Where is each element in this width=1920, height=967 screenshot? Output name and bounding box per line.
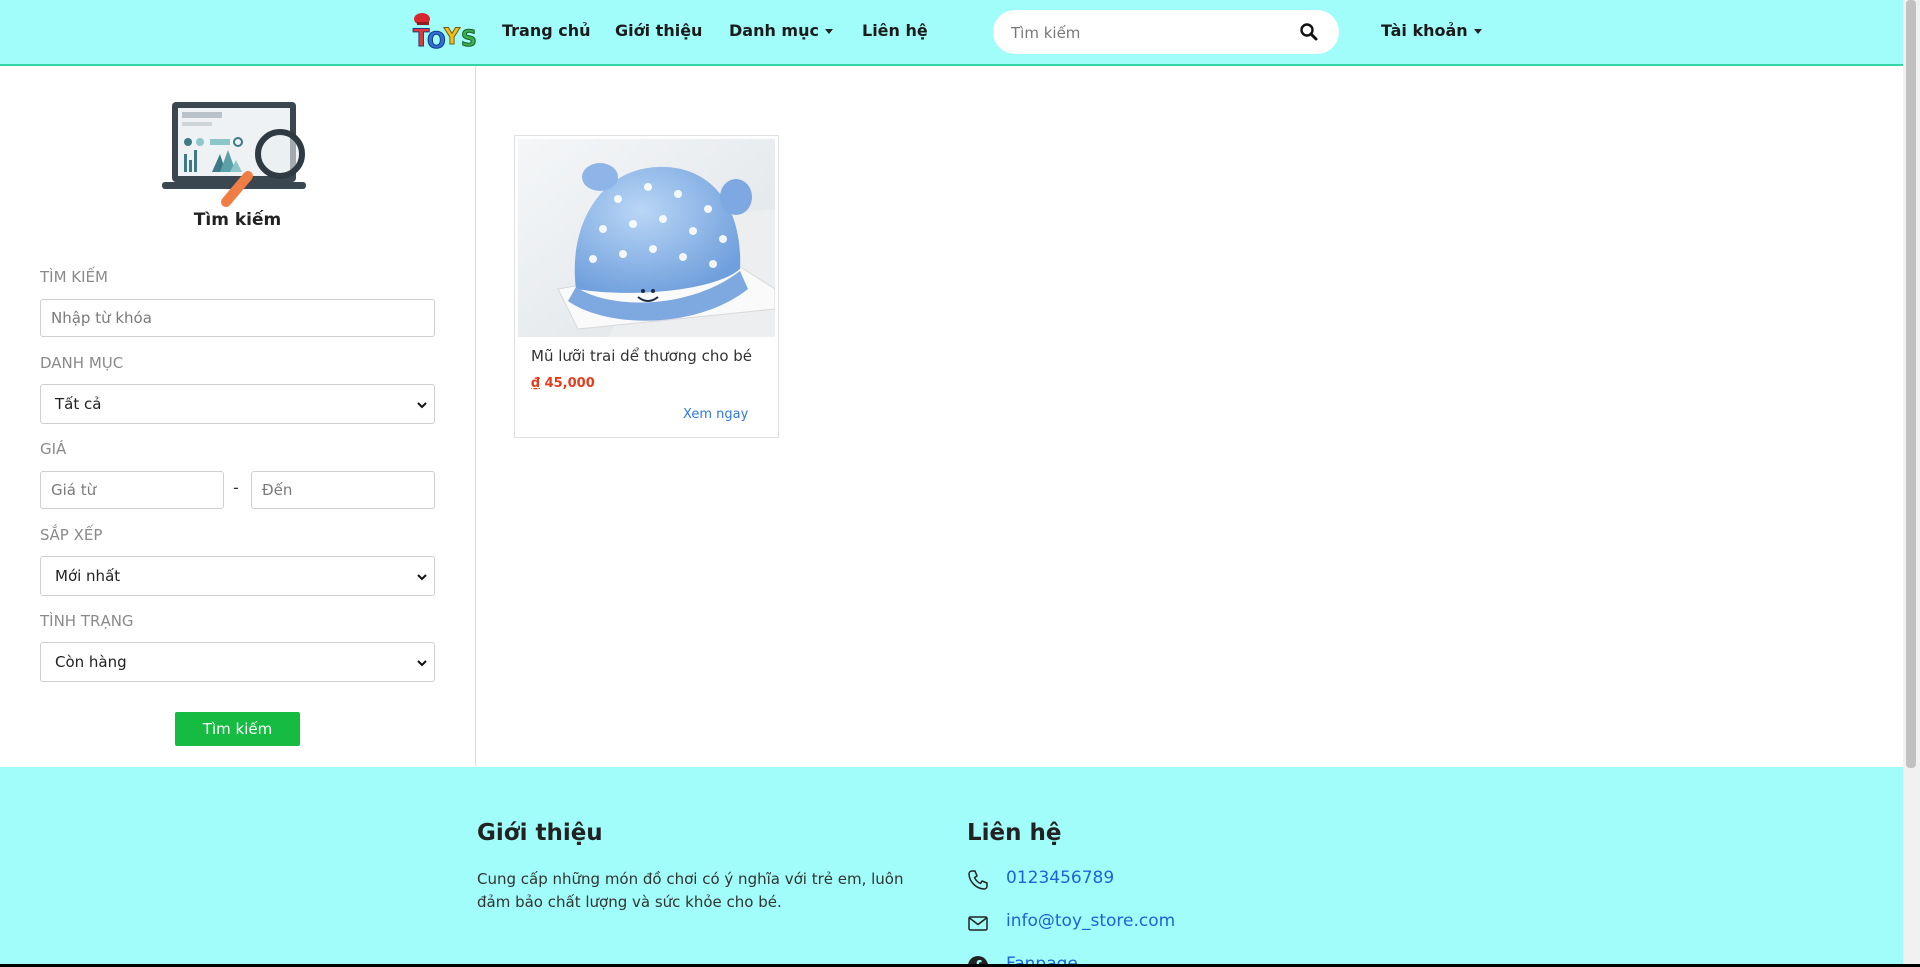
nav-about-link[interactable]: Giới thiệu (615, 21, 702, 40)
nav-contact-link[interactable]: Liên hệ (862, 21, 928, 40)
nav-home-link[interactable]: Trang chủ (502, 21, 591, 40)
product-price: ₫ 45,000 (531, 376, 595, 391)
nav-category-dropdown[interactable]: Danh mục (729, 21, 833, 40)
currency-symbol: ₫ (531, 376, 541, 391)
chevron-down-icon (416, 569, 428, 583)
svg-text:Y: Y (443, 25, 461, 50)
account-label: Tài khoản (1381, 21, 1468, 40)
scrollbar-thumb[interactable] (1906, 0, 1916, 768)
sort-select-value: Mới nhất (55, 567, 121, 585)
sidebar-title: Tìm kiếm (193, 210, 282, 230)
status-select-value: Còn hàng (55, 653, 127, 671)
footer-phone-link[interactable]: 0123456789 (1006, 868, 1114, 888)
chevron-down-icon (416, 655, 428, 669)
product-name[interactable]: Mũ lưỡi trai dể thương cho bé (531, 347, 752, 365)
search-icon[interactable] (1299, 22, 1319, 42)
sort-label: SẮP XẾP (40, 526, 103, 544)
status-select[interactable]: Còn hàng (40, 642, 435, 682)
nav-category-label: Danh mục (729, 21, 819, 40)
site-logo[interactable]: T O Y S (411, 10, 483, 55)
footer-about-text: Cung cấp những món đồ chơi có ý nghĩa vớ… (477, 870, 904, 911)
facebook-icon (967, 955, 989, 964)
status-label: TÌNH TRẠNG (40, 612, 134, 630)
keyword-label: TÌM KIẾM (40, 268, 108, 286)
header-search (993, 10, 1339, 54)
chevron-down-icon (416, 397, 428, 411)
header-search-input[interactable] (1009, 20, 1293, 46)
product-image[interactable] (518, 139, 775, 337)
product-card[interactable]: Mũ lưỡi trai dể thương cho bé ₫ 45,000 X… (514, 135, 779, 438)
product-price-value: 45,000 (544, 376, 595, 391)
price-from-input[interactable] (40, 471, 224, 509)
category-label: DANH MỤC (40, 354, 124, 372)
footer: Giới thiệu Cung cấp những món đồ chơi có… (0, 767, 1903, 964)
footer-about-title: Giới thiệu (477, 820, 603, 846)
account-dropdown[interactable]: Tài khoản (1381, 21, 1482, 40)
navbar: T O Y S Trang chủ Giới thiệu Danh mục Li… (0, 0, 1903, 66)
footer-contact-title: Liên hệ (967, 820, 1062, 846)
page: T O Y S Trang chủ Giới thiệu Danh mục Li… (0, 0, 1903, 964)
view-product-link[interactable]: Xem ngay (683, 407, 748, 422)
svg-text:O: O (427, 29, 446, 54)
price-label: GIÁ (40, 440, 67, 458)
footer-email-link[interactable]: info@toy_store.com (1006, 911, 1175, 931)
price-separator: - (233, 478, 239, 497)
search-submit-button[interactable]: Tìm kiếm (175, 712, 300, 746)
mail-icon (967, 912, 989, 934)
sort-select[interactable]: Mới nhất (40, 556, 435, 596)
search-illustration-icon (162, 102, 314, 210)
chevron-down-icon (1473, 29, 1482, 34)
page-scrollbar[interactable] (1903, 0, 1920, 964)
category-select[interactable]: Tất cả (40, 384, 435, 424)
category-select-value: Tất cả (55, 395, 102, 413)
footer-fanpage-link[interactable]: Fanpage (1006, 954, 1078, 964)
svg-text:S: S (461, 27, 477, 52)
keyword-input[interactable] (40, 299, 435, 337)
phone-icon (967, 869, 989, 891)
search-sidebar: Tìm kiếm TÌM KIẾM DANH MỤC Tất cả GIÁ - … (0, 66, 476, 766)
chevron-down-icon (824, 29, 833, 34)
price-to-input[interactable] (251, 471, 435, 509)
